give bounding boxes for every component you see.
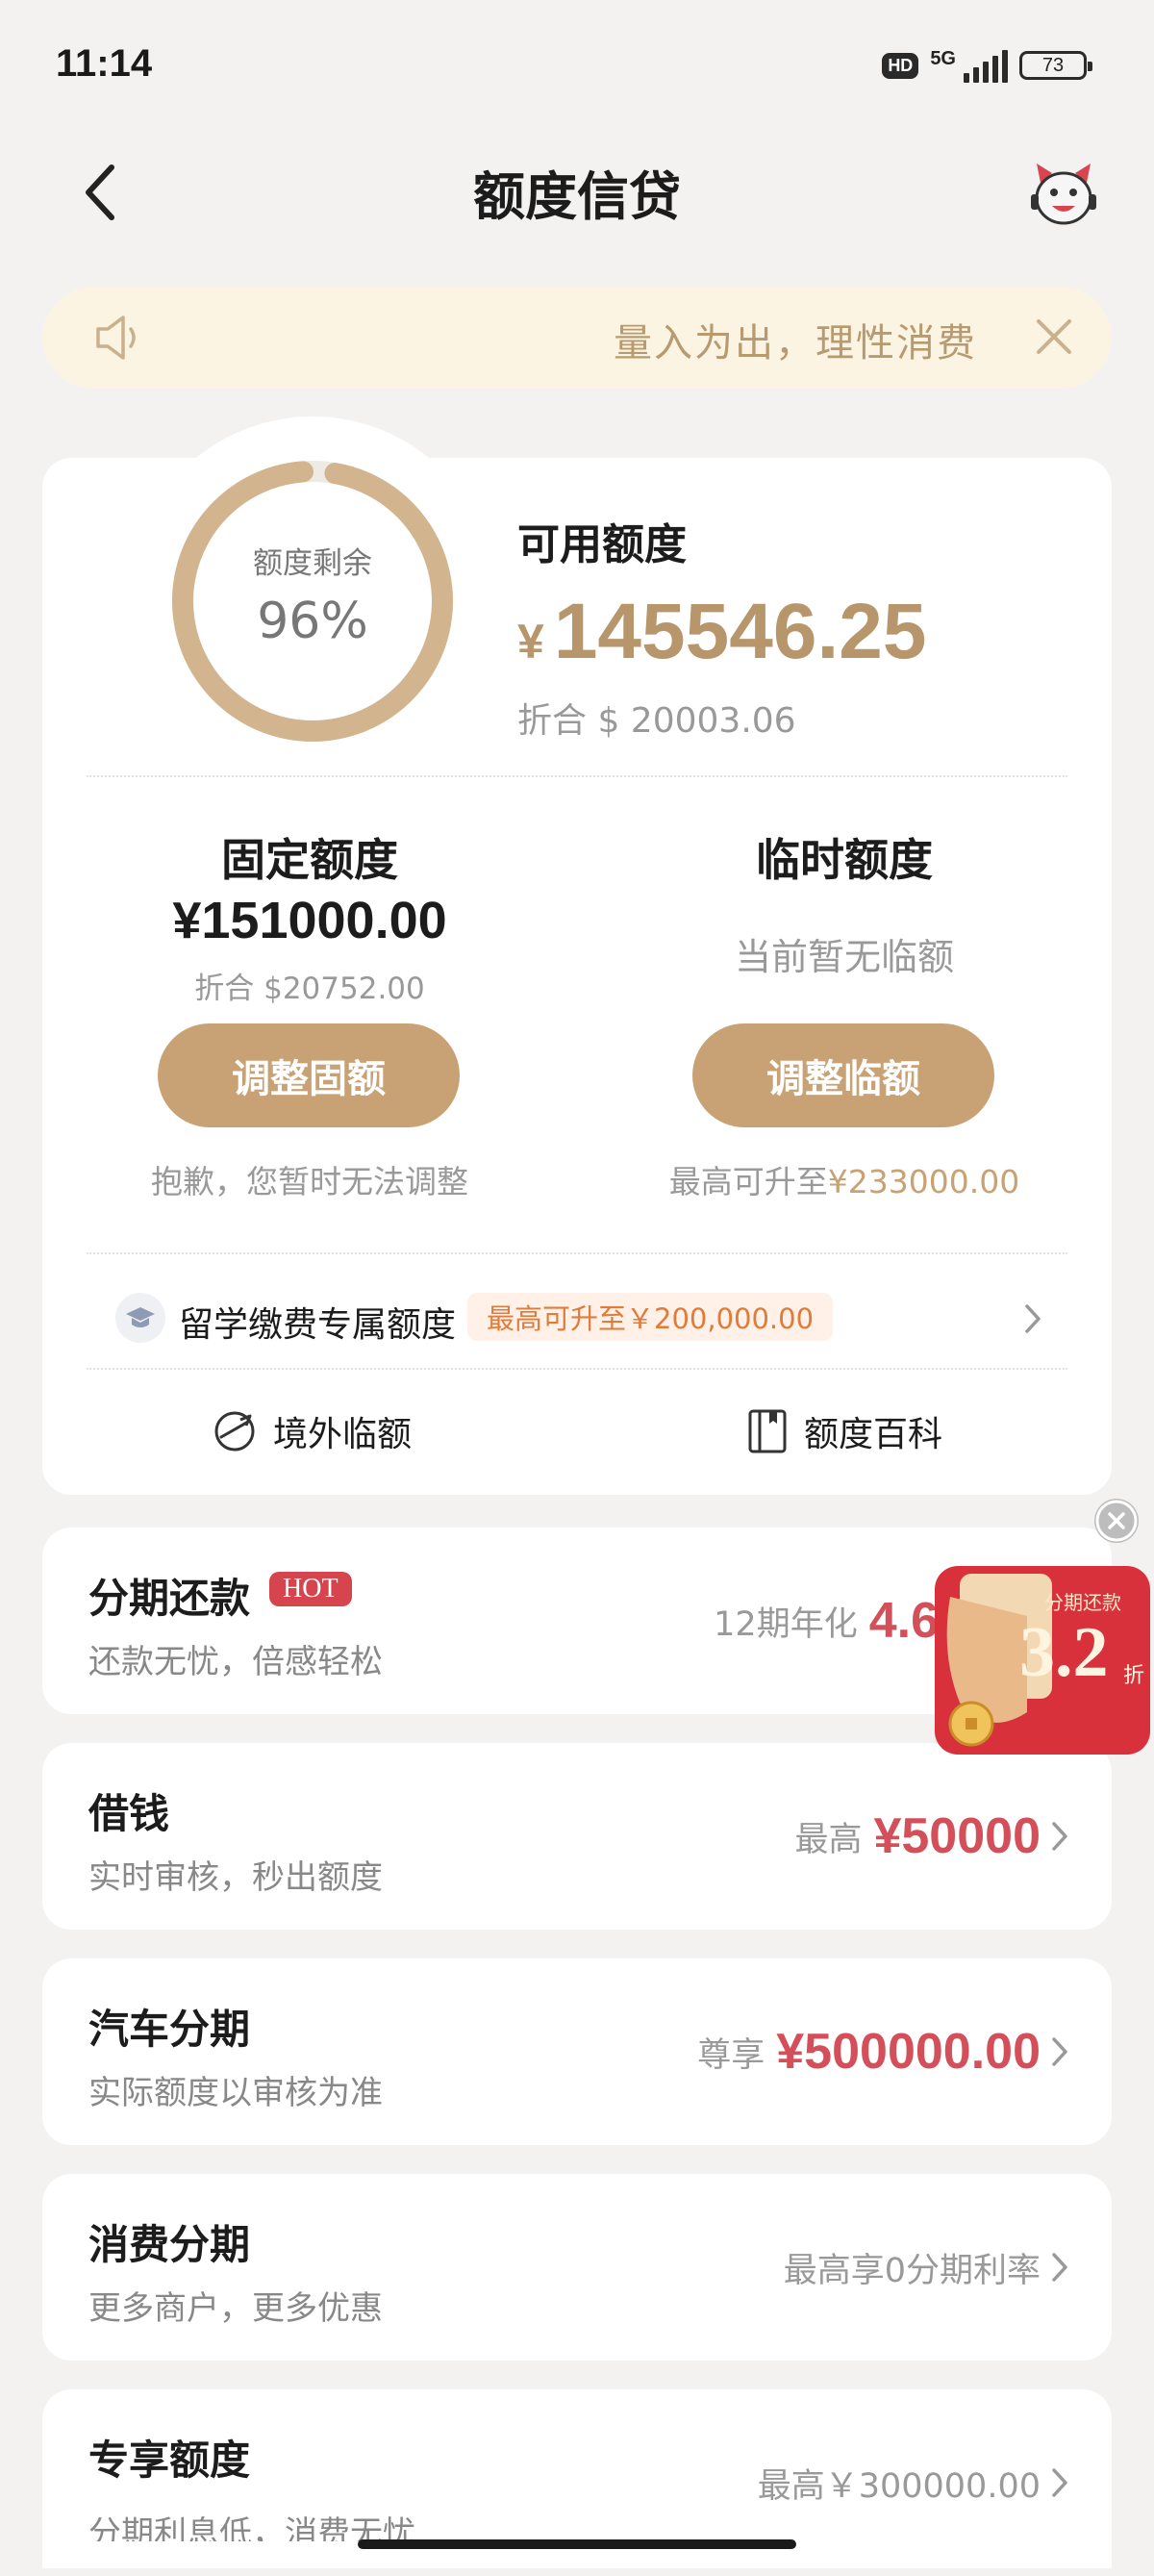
fixed-amount: ¥151000.00 [172, 892, 447, 949]
plane-globe-icon [214, 1411, 255, 1452]
home-indicator [358, 2539, 796, 2549]
speaker-icon [92, 314, 146, 362]
available-amount: ¥145546.25 [517, 587, 926, 677]
list-item-right-value: ¥500000.00 [776, 2024, 1041, 2080]
graduation-cap-icon [115, 1293, 165, 1343]
notice-bar: 量入为出，理性消费 [42, 287, 1112, 389]
book-icon [748, 1409, 787, 1453]
divider [87, 1252, 1067, 1254]
list-item-right: 尊享 ¥500000.00 [697, 1958, 1041, 2145]
chevron-right-icon [1050, 1820, 1069, 1856]
notice-text: 量入为出，理性消费 [614, 321, 977, 366]
list-item-right-label: 最高享0分期利率 [783, 2251, 1041, 2290]
list-item-right-label: 最高￥300000.00 [757, 2466, 1041, 2506]
signal-icon [964, 48, 1008, 83]
network-type: 5G [930, 48, 956, 69]
temporary-status: 当前暂无临额 [734, 936, 954, 978]
list-item-subtitle: 分期利息低，消费无忧 [88, 2514, 415, 2541]
promo-unit: 折 [1123, 1664, 1145, 1688]
list-item-title: 消费分期 [88, 2221, 251, 2268]
divider [87, 775, 1067, 777]
overseas-quota-link[interactable]: 境外临额 [212, 1406, 412, 1456]
list-item-right: 12期年化 4.6 [714, 1528, 939, 1714]
list-item-car-installment[interactable]: 汽车分期 实际额度以审核为准 尊享 ¥500000.00 [42, 1958, 1112, 2145]
fixed-title: 固定额度 [221, 834, 398, 886]
battery-level: 73 [1041, 54, 1065, 76]
list-item-subtitle: 实时审核，秒出额度 [88, 1858, 383, 1897]
ring-value: 96% [257, 593, 368, 650]
list-item-right: 最高享0分期利率 [784, 2174, 1041, 2361]
promo-label: 分期还款 [1044, 1591, 1121, 1614]
close-icon[interactable] [1033, 316, 1075, 358]
list-item-title: 借钱 [88, 1790, 170, 1837]
temporary-title: 临时额度 [756, 834, 933, 886]
list-item-right-value: ¥50000 [873, 1808, 1041, 1864]
list-item-right-label: 12期年化 [714, 1604, 858, 1644]
available-title: 可用额度 [517, 520, 687, 569]
hd-icon: HD [882, 52, 919, 79]
battery-icon: 73 [1019, 51, 1092, 80]
list-item-borrow[interactable]: 借钱 实时审核，秒出额度 最高 ¥50000 [42, 1743, 1112, 1930]
list-item-consumer-installment[interactable]: 消费分期 更多商户，更多优惠 最高享0分期利率 [42, 2174, 1112, 2361]
temporary-note-amount: ¥233000.00 [827, 1163, 1020, 1200]
study-quota-badge: 最高可升至￥200,000.00 [467, 1293, 834, 1341]
overseas-quota-label: 境外临额 [273, 1415, 413, 1454]
promo-close-button[interactable] [1094, 1499, 1139, 1543]
chevron-right-icon [1050, 2466, 1069, 2503]
list-item-subtitle: 更多商户，更多优惠 [88, 2289, 383, 2328]
study-quota-label: 留学缴费专属额度 [179, 1305, 457, 1345]
chevron-right-icon [1050, 2035, 1069, 2072]
chevron-right-icon [1023, 1302, 1042, 1335]
fixed-converted: 折合 $20752.00 [194, 972, 425, 1006]
remaining-ring: 额度剩余 96% [125, 414, 500, 789]
list-item-right-label: 尊享 [697, 2035, 765, 2075]
available-converted: 折合 $ 20003.06 [517, 701, 796, 741]
list-item-right: 最高 ¥50000 [794, 1743, 1041, 1930]
mascot-service-icon[interactable] [1027, 158, 1100, 231]
list-item-title: 专享额度 [88, 2437, 251, 2484]
temporary-note-prefix: 最高可升至 [668, 1163, 828, 1200]
temporary-note: 最高可升至¥233000.00 [577, 1156, 1112, 1202]
list-item-title: 分期还款 [88, 1575, 251, 1622]
list-item-subtitle: 还款无忧，倍感轻松 [88, 1643, 383, 1681]
ring-label: 额度剩余 [253, 546, 372, 581]
status-time: 11:14 [56, 42, 153, 85]
currency-symbol: ¥ [517, 615, 544, 669]
list-item-right-label: 最高 [794, 1820, 863, 1859]
adjust-temporary-button[interactable]: 调整临额 [692, 1023, 994, 1127]
available-value: 145546.25 [553, 588, 927, 675]
divider [87, 1368, 1067, 1370]
adjust-fixed-button[interactable]: 调整固额 [158, 1023, 460, 1127]
page-title: 额度信贷 [473, 166, 681, 227]
quota-encyclopedia-label: 额度百科 [804, 1415, 943, 1454]
status-icons: HD 5G 73 [882, 48, 1092, 83]
promo-value: 3.2 [1019, 1613, 1109, 1692]
list-item-right: 最高￥300000.00 [758, 2389, 1041, 2576]
quota-encyclopedia-link[interactable]: 额度百科 [746, 1406, 942, 1456]
promo-badge[interactable]: 分期还款 3.2 折 [921, 1558, 1152, 1758]
list-item-subtitle: 实际额度以审核为准 [88, 2074, 383, 2112]
hot-badge: HOT [269, 1572, 352, 1606]
chevron-right-icon [1050, 2251, 1069, 2287]
fixed-note: 抱歉，您暂时无法调整 [151, 1163, 468, 1200]
list-item-title: 汽车分期 [88, 2006, 251, 2053]
